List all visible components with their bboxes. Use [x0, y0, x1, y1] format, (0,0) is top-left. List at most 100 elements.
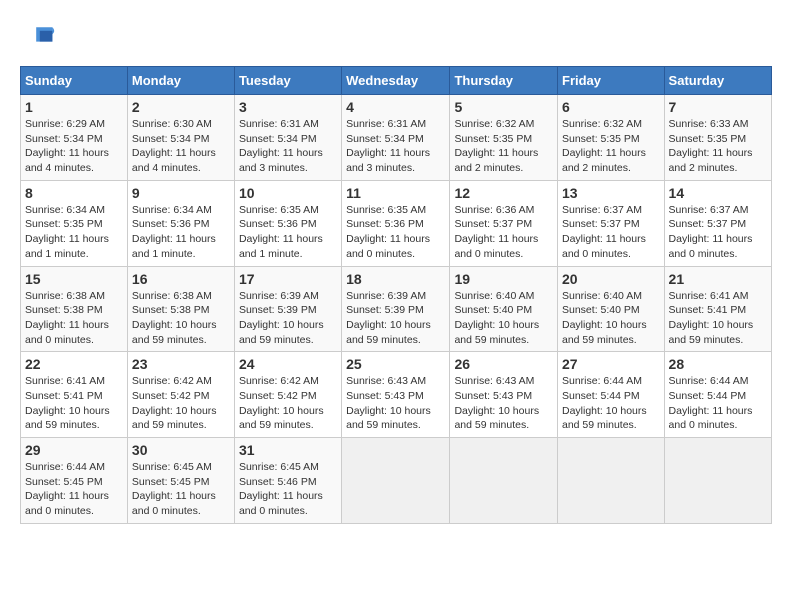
day-number: 3: [239, 99, 337, 115]
calendar-cell: 25 Sunrise: 6:43 AMSunset: 5:43 PMDaylig…: [342, 352, 450, 438]
day-info: Sunrise: 6:38 AMSunset: 5:38 PMDaylight:…: [25, 290, 109, 346]
day-info: Sunrise: 6:38 AMSunset: 5:38 PMDaylight:…: [132, 290, 217, 346]
calendar-cell: 1 Sunrise: 6:29 AMSunset: 5:34 PMDayligh…: [21, 95, 128, 181]
day-of-week-header: Wednesday: [342, 67, 450, 95]
day-info: Sunrise: 6:32 AMSunset: 5:35 PMDaylight:…: [562, 118, 646, 174]
day-info: Sunrise: 6:45 AMSunset: 5:46 PMDaylight:…: [239, 461, 323, 517]
calendar-cell: 27 Sunrise: 6:44 AMSunset: 5:44 PMDaylig…: [558, 352, 665, 438]
day-number: 2: [132, 99, 230, 115]
day-of-week-header: Friday: [558, 67, 665, 95]
calendar-cell: 14 Sunrise: 6:37 AMSunset: 5:37 PMDaylig…: [664, 180, 771, 266]
day-info: Sunrise: 6:42 AMSunset: 5:42 PMDaylight:…: [239, 375, 324, 431]
day-info: Sunrise: 6:39 AMSunset: 5:39 PMDaylight:…: [239, 290, 324, 346]
calendar-cell: 6 Sunrise: 6:32 AMSunset: 5:35 PMDayligh…: [558, 95, 665, 181]
calendar-week-row: 22 Sunrise: 6:41 AMSunset: 5:41 PMDaylig…: [21, 352, 772, 438]
calendar-cell: [558, 438, 665, 524]
day-info: Sunrise: 6:44 AMSunset: 5:44 PMDaylight:…: [562, 375, 647, 431]
day-info: Sunrise: 6:31 AMSunset: 5:34 PMDaylight:…: [239, 118, 323, 174]
day-info: Sunrise: 6:31 AMSunset: 5:34 PMDaylight:…: [346, 118, 430, 174]
day-number: 28: [669, 356, 767, 372]
day-number: 14: [669, 185, 767, 201]
calendar-cell: 19 Sunrise: 6:40 AMSunset: 5:40 PMDaylig…: [450, 266, 558, 352]
calendar-cell: 13 Sunrise: 6:37 AMSunset: 5:37 PMDaylig…: [558, 180, 665, 266]
day-info: Sunrise: 6:41 AMSunset: 5:41 PMDaylight:…: [669, 290, 754, 346]
day-number: 13: [562, 185, 660, 201]
calendar-cell: 30 Sunrise: 6:45 AMSunset: 5:45 PMDaylig…: [127, 438, 234, 524]
day-number: 11: [346, 185, 445, 201]
calendar-cell: 18 Sunrise: 6:39 AMSunset: 5:39 PMDaylig…: [342, 266, 450, 352]
day-number: 30: [132, 442, 230, 458]
day-info: Sunrise: 6:37 AMSunset: 5:37 PMDaylight:…: [669, 204, 753, 260]
calendar-cell: 2 Sunrise: 6:30 AMSunset: 5:34 PMDayligh…: [127, 95, 234, 181]
calendar-cell: 8 Sunrise: 6:34 AMSunset: 5:35 PMDayligh…: [21, 180, 128, 266]
calendar-week-row: 1 Sunrise: 6:29 AMSunset: 5:34 PMDayligh…: [21, 95, 772, 181]
day-number: 20: [562, 271, 660, 287]
day-number: 18: [346, 271, 445, 287]
day-of-week-header: Sunday: [21, 67, 128, 95]
day-number: 31: [239, 442, 337, 458]
day-number: 17: [239, 271, 337, 287]
logo-icon: [20, 20, 56, 56]
calendar-cell: 7 Sunrise: 6:33 AMSunset: 5:35 PMDayligh…: [664, 95, 771, 181]
day-info: Sunrise: 6:35 AMSunset: 5:36 PMDaylight:…: [346, 204, 430, 260]
day-info: Sunrise: 6:44 AMSunset: 5:45 PMDaylight:…: [25, 461, 109, 517]
day-number: 21: [669, 271, 767, 287]
day-number: 6: [562, 99, 660, 115]
day-number: 12: [454, 185, 553, 201]
day-info: Sunrise: 6:32 AMSunset: 5:35 PMDaylight:…: [454, 118, 538, 174]
day-number: 29: [25, 442, 123, 458]
calendar-cell: 9 Sunrise: 6:34 AMSunset: 5:36 PMDayligh…: [127, 180, 234, 266]
calendar-cell: 15 Sunrise: 6:38 AMSunset: 5:38 PMDaylig…: [21, 266, 128, 352]
calendar-cell: 22 Sunrise: 6:41 AMSunset: 5:41 PMDaylig…: [21, 352, 128, 438]
day-info: Sunrise: 6:40 AMSunset: 5:40 PMDaylight:…: [454, 290, 539, 346]
calendar-cell: 16 Sunrise: 6:38 AMSunset: 5:38 PMDaylig…: [127, 266, 234, 352]
calendar-cell: 11 Sunrise: 6:35 AMSunset: 5:36 PMDaylig…: [342, 180, 450, 266]
day-info: Sunrise: 6:34 AMSunset: 5:36 PMDaylight:…: [132, 204, 216, 260]
day-info: Sunrise: 6:45 AMSunset: 5:45 PMDaylight:…: [132, 461, 216, 517]
day-number: 7: [669, 99, 767, 115]
day-of-week-header: Thursday: [450, 67, 558, 95]
calendar-cell: 26 Sunrise: 6:43 AMSunset: 5:43 PMDaylig…: [450, 352, 558, 438]
day-info: Sunrise: 6:29 AMSunset: 5:34 PMDaylight:…: [25, 118, 109, 174]
day-info: Sunrise: 6:41 AMSunset: 5:41 PMDaylight:…: [25, 375, 110, 431]
day-number: 19: [454, 271, 553, 287]
day-number: 26: [454, 356, 553, 372]
day-number: 22: [25, 356, 123, 372]
calendar-cell: 4 Sunrise: 6:31 AMSunset: 5:34 PMDayligh…: [342, 95, 450, 181]
day-number: 10: [239, 185, 337, 201]
day-info: Sunrise: 6:36 AMSunset: 5:37 PMDaylight:…: [454, 204, 538, 260]
calendar-week-row: 29 Sunrise: 6:44 AMSunset: 5:45 PMDaylig…: [21, 438, 772, 524]
day-info: Sunrise: 6:35 AMSunset: 5:36 PMDaylight:…: [239, 204, 323, 260]
day-info: Sunrise: 6:33 AMSunset: 5:35 PMDaylight:…: [669, 118, 753, 174]
day-number: 15: [25, 271, 123, 287]
calendar-cell: 23 Sunrise: 6:42 AMSunset: 5:42 PMDaylig…: [127, 352, 234, 438]
calendar-cell: [664, 438, 771, 524]
day-number: 9: [132, 185, 230, 201]
day-info: Sunrise: 6:37 AMSunset: 5:37 PMDaylight:…: [562, 204, 646, 260]
day-info: Sunrise: 6:43 AMSunset: 5:43 PMDaylight:…: [454, 375, 539, 431]
day-info: Sunrise: 6:40 AMSunset: 5:40 PMDaylight:…: [562, 290, 647, 346]
calendar-cell: 5 Sunrise: 6:32 AMSunset: 5:35 PMDayligh…: [450, 95, 558, 181]
page-header: [20, 20, 772, 56]
day-of-week-header: Monday: [127, 67, 234, 95]
day-number: 23: [132, 356, 230, 372]
calendar-header-row: SundayMondayTuesdayWednesdayThursdayFrid…: [21, 67, 772, 95]
calendar-cell: 3 Sunrise: 6:31 AMSunset: 5:34 PMDayligh…: [234, 95, 341, 181]
calendar-cell: 10 Sunrise: 6:35 AMSunset: 5:36 PMDaylig…: [234, 180, 341, 266]
calendar-cell: [450, 438, 558, 524]
calendar-week-row: 8 Sunrise: 6:34 AMSunset: 5:35 PMDayligh…: [21, 180, 772, 266]
day-info: Sunrise: 6:43 AMSunset: 5:43 PMDaylight:…: [346, 375, 431, 431]
day-of-week-header: Saturday: [664, 67, 771, 95]
day-info: Sunrise: 6:39 AMSunset: 5:39 PMDaylight:…: [346, 290, 431, 346]
calendar-cell: 28 Sunrise: 6:44 AMSunset: 5:44 PMDaylig…: [664, 352, 771, 438]
day-number: 8: [25, 185, 123, 201]
day-number: 5: [454, 99, 553, 115]
day-number: 1: [25, 99, 123, 115]
calendar-cell: [342, 438, 450, 524]
logo: [20, 20, 60, 56]
calendar-cell: 24 Sunrise: 6:42 AMSunset: 5:42 PMDaylig…: [234, 352, 341, 438]
day-info: Sunrise: 6:44 AMSunset: 5:44 PMDaylight:…: [669, 375, 753, 431]
day-number: 24: [239, 356, 337, 372]
day-number: 27: [562, 356, 660, 372]
calendar-table: SundayMondayTuesdayWednesdayThursdayFrid…: [20, 66, 772, 524]
